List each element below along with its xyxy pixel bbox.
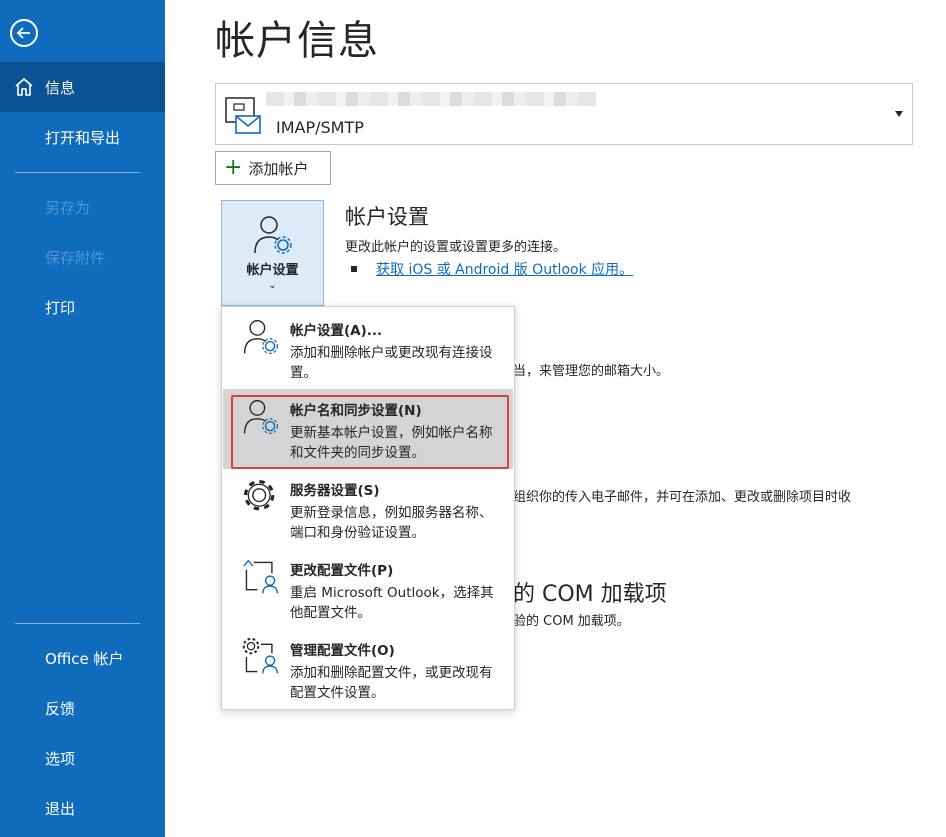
account-settings-description: 更改此帐户的设置或设置更多的连接。 [345, 240, 567, 255]
com-addins-description: 验的 COM 加载项。 [513, 614, 630, 629]
menu-item-title: 帐户设置(A)... [290, 323, 383, 339]
dropdown-arrow-icon [895, 111, 903, 117]
menu-item-server-settings[interactable]: 服务器设置(S) 更新登录信息，例如服务器名称、端口和身份验证设置。 [223, 469, 513, 549]
menu-item-title: 管理配置文件(O) [290, 643, 395, 659]
account-settings-heading: 帐户设置 [345, 205, 429, 229]
menu-item-account-settings[interactable]: 帐户设置(A)... 添加和删除帐户或更改现有连接设置。 [223, 309, 513, 389]
user-gear-icon [253, 216, 292, 254]
sidebar-divider [15, 623, 140, 624]
chevron-down-icon: ⌄ [268, 280, 277, 291]
sidebar-item-options[interactable]: 选项 [0, 733, 165, 783]
sidebar-item-print[interactable]: 打印 [0, 282, 165, 332]
menu-item-description: 添加和删除帐户或更改现有连接设置。 [290, 345, 493, 381]
menu-item-title: 更改配置文件(P) [290, 563, 394, 579]
menu-item-description: 重启 Microsoft Outlook，选择其他配置文件。 [290, 585, 494, 621]
mobile-app-link[interactable]: 获取 iOS 或 Android 版 Outlook 应用。 [376, 259, 633, 279]
user-gear-icon [243, 399, 278, 434]
sidebar-item-open-export[interactable]: 打开和导出 [0, 112, 165, 162]
sidebar-item-label: 信息 [45, 78, 76, 97]
arrow-left-icon [16, 27, 30, 39]
redacted-account-name [266, 92, 596, 106]
bullet-icon [351, 266, 357, 272]
menu-item-account-name-sync[interactable]: 帐户名和同步设置(N) 更新基本帐户设置，例如帐户名称和文件夹的同步设置。 [223, 389, 513, 469]
sidebar-item-exit[interactable]: 退出 [0, 783, 165, 833]
back-button[interactable] [10, 19, 38, 47]
sidebar-item-label: Office 帐户 [45, 649, 124, 668]
account-settings-label: 帐户设置 [246, 263, 299, 278]
account-type: IMAP/SMTP [276, 118, 364, 137]
sidebar-divider [15, 172, 140, 173]
menu-item-change-profile[interactable]: 更改配置文件(P) 重启 Microsoft Outlook，选择其他配置文件。 [223, 549, 513, 629]
account-selector[interactable]: IMAP/SMTP [215, 83, 913, 145]
profile-gear-icon [242, 637, 279, 674]
sidebar-item-info[interactable]: 信息 [0, 62, 165, 112]
sidebar-item-label: 保存附件 [45, 248, 106, 267]
menu-item-title: 帐户名和同步设置(N) [290, 403, 422, 419]
menu-item-description: 添加和删除配置文件，或更改现有配置文件设置。 [290, 665, 493, 701]
add-account-label: 添加帐户 [248, 159, 309, 178]
user-gear-icon [243, 319, 278, 354]
add-account-button[interactable]: + 添加帐户 [215, 151, 331, 185]
sidebar-item-save-attachments: 保存附件 [0, 232, 165, 282]
account-settings-menu: 帐户设置(A)... 添加和删除帐户或更改现有连接设置。 帐户名和同步设置(N)… [221, 306, 515, 710]
com-addins-heading: 的 COM 加载项 [513, 582, 667, 607]
sidebar-item-label: 选项 [45, 749, 76, 768]
sidebar-item-label: 另存为 [45, 198, 91, 217]
plus-icon: + [224, 155, 243, 180]
home-icon [15, 77, 33, 96]
sidebar-item-label: 退出 [45, 799, 76, 818]
profile-switch-icon [243, 559, 279, 594]
gear-icon [243, 479, 275, 511]
rules-description: 组织你的传入电子邮件，并可在添加、更改或删除项目时收 [513, 490, 852, 505]
sidebar-item-label: 打印 [45, 298, 76, 317]
menu-item-manage-profiles[interactable]: 管理配置文件(O) 添加和删除配置文件，或更改现有配置文件设置。 [223, 629, 513, 709]
mail-account-icon [225, 97, 261, 134]
sidebar-item-office-account[interactable]: Office 帐户 [0, 633, 165, 683]
mailbox-cleanup-description: 当，来管理您的邮箱大小。 [513, 364, 670, 379]
sidebar-item-save-as: 另存为 [0, 182, 165, 232]
sidebar-item-label: 打开和导出 [45, 128, 121, 147]
menu-item-title: 服务器设置(S) [290, 483, 380, 499]
sidebar: 信息 打开和导出 另存为 保存附件 打印 Office 帐户 反馈 选项 退出 [0, 0, 165, 837]
menu-item-description: 更新基本帐户设置，例如帐户名称和文件夹的同步设置。 [290, 425, 493, 461]
page-title: 帐户信息 [215, 18, 379, 64]
account-settings-button[interactable]: 帐户设置 ⌄ [221, 200, 324, 306]
menu-item-description: 更新登录信息，例如服务器名称、端口和身份验证设置。 [290, 505, 493, 541]
sidebar-item-label: 反馈 [45, 699, 76, 718]
sidebar-item-feedback[interactable]: 反馈 [0, 683, 165, 733]
